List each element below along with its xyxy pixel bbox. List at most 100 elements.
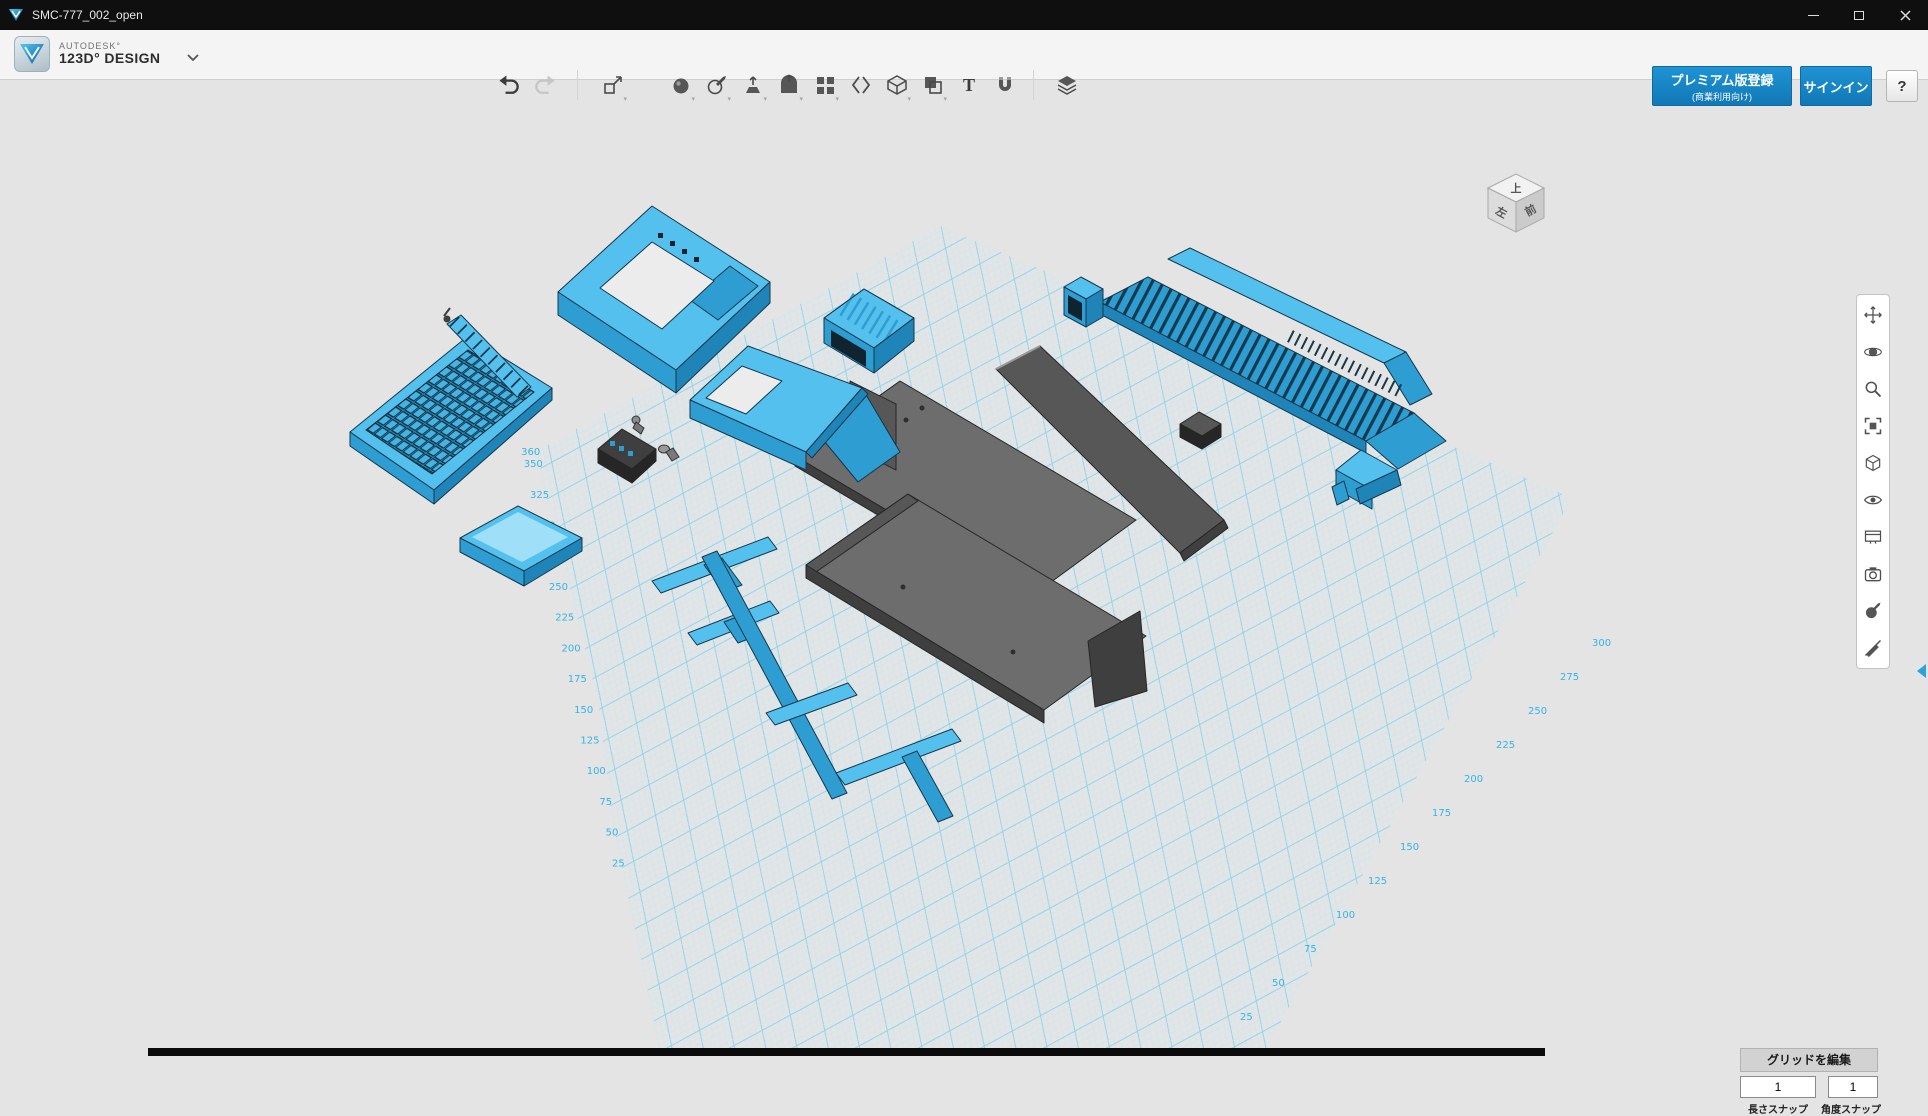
sketchtoggle-icon[interactable]: [1862, 637, 1884, 659]
grid-label: 225: [555, 613, 574, 624]
chevron-down-icon[interactable]: [186, 53, 200, 62]
fit-icon[interactable]: [1862, 415, 1884, 437]
grid-label: 150: [574, 705, 593, 716]
brand-product: 123D° DESIGN: [59, 51, 160, 66]
grid-edit-button[interactable]: グリッドを編集: [1740, 1048, 1878, 1072]
length-snap-label: 長さスナップ: [1740, 1101, 1816, 1116]
modify-icon[interactable]: ▾: [774, 70, 803, 100]
window-title: SMC-777_002_open: [32, 8, 1790, 22]
logo-tile: [14, 36, 50, 72]
toolbar-separator: [577, 70, 578, 100]
grid-label: 275: [1560, 672, 1579, 683]
maximize-button[interactable]: [1836, 0, 1882, 30]
transform-icon[interactable]: ▾: [598, 70, 627, 100]
pattern-icon[interactable]: ▾: [810, 70, 839, 100]
construct-icon[interactable]: ▾: [738, 70, 767, 100]
tool-group-main: ▾ ▾ ▾ ▾ ▾ ▾ ▾ T: [666, 70, 1019, 100]
premium-register-button[interactable]: プレミアム版登録 (商業利用向け): [1652, 66, 1792, 106]
grid-label: 325: [530, 490, 549, 501]
pan-icon[interactable]: [1862, 304, 1884, 326]
snap-icon[interactable]: [846, 70, 875, 100]
dropdown-caret-icon: ▾: [763, 95, 767, 103]
viewcube-top-label: 上: [1511, 181, 1522, 195]
materialball-icon[interactable]: [1862, 600, 1884, 622]
grid-label: 175: [1432, 808, 1451, 819]
grid-label: 125: [580, 736, 599, 747]
maximize-icon: [1854, 11, 1864, 20]
grid-label: 200: [562, 643, 581, 654]
dropdown-caret-icon: ▾: [691, 95, 695, 103]
angle-snap-input[interactable]: [1828, 1076, 1878, 1098]
close-icon: [1900, 10, 1911, 21]
navigation-toolbar: [1856, 294, 1890, 669]
grid-label: 75: [599, 797, 612, 808]
sketch-icon[interactable]: ▾: [702, 70, 731, 100]
grid-label: 350: [524, 459, 543, 470]
tool-group-material: [1052, 70, 1081, 100]
undo-icon: [496, 73, 522, 97]
premium-button-label: プレミアム版登録: [1670, 70, 1773, 89]
length-snap-input[interactable]: [1740, 1076, 1816, 1098]
tool-group-transform: ▾: [598, 70, 627, 100]
redo-icon: [532, 73, 558, 97]
grid-label: 360: [521, 447, 540, 458]
signin-button[interactable]: サインイン: [1800, 66, 1872, 106]
grid-label: 300: [1592, 638, 1611, 649]
app-icon: [8, 7, 24, 23]
model-small-tower[interactable]: [1064, 277, 1103, 327]
slides-icon[interactable]: [1862, 526, 1884, 548]
text-icon[interactable]: T: [954, 70, 983, 100]
brand-text: AUTODESK° 123D° DESIGN: [59, 42, 160, 66]
grid-label: 25: [612, 858, 625, 869]
close-button[interactable]: [1882, 0, 1928, 30]
combine-icon[interactable]: ▾: [918, 70, 947, 100]
grid-label: 25: [1240, 1012, 1253, 1023]
zoom-icon[interactable]: [1862, 378, 1884, 400]
dropdown-caret-icon: ▾: [623, 95, 627, 103]
grid-label: 250: [549, 582, 568, 593]
taskbar-sliver: [148, 1048, 1545, 1056]
material-icon[interactable]: [1052, 70, 1081, 100]
model-dark-connector-box[interactable]: [598, 429, 656, 483]
undo-button[interactable]: [495, 71, 523, 99]
grid-label: 150: [1400, 842, 1419, 853]
123d-logo-icon: [19, 42, 45, 66]
grid-label: 50: [606, 828, 619, 839]
dropdown-caret-icon: ▾: [943, 95, 947, 103]
orbit-icon[interactable]: [1862, 341, 1884, 363]
premium-button-sublabel: (商業利用向け): [1692, 90, 1752, 103]
dropdown-caret-icon: ▾: [799, 95, 803, 103]
toolbar-separator: [1033, 70, 1034, 100]
grid-label: 50: [1272, 978, 1285, 989]
dropdown-caret-icon: ▾: [835, 95, 839, 103]
grid-label: 175: [568, 674, 587, 685]
viewbox-icon[interactable]: [1862, 452, 1884, 474]
help-button[interactable]: ?: [1886, 70, 1918, 102]
grid-label: 125: [1368, 876, 1387, 887]
magnet-icon[interactable]: [990, 70, 1019, 100]
grid-label: 200: [1464, 774, 1483, 785]
3d-viewport[interactable]: 360350 325 300 275 250 225 200 175 150 125 100 75 50…: [0, 80, 1928, 1056]
eye-icon[interactable]: [1862, 489, 1884, 511]
camera-icon[interactable]: [1862, 563, 1884, 585]
dropdown-caret-icon: ▾: [907, 95, 911, 103]
grid-label: 75: [1304, 944, 1317, 955]
grid-label: 100: [587, 766, 606, 777]
titlebar: SMC-777_002_open: [0, 0, 1928, 30]
model-keyboard[interactable]: [350, 336, 552, 504]
panel-collapse-arrow[interactable]: [1917, 664, 1926, 678]
main-toolbar: AUTODESK° 123D° DESIGN ▾ ▾▾▾▾▾▾▾T プレミアム版…: [0, 30, 1928, 80]
grouping-icon[interactable]: ▾: [882, 70, 911, 100]
grid-label: 250: [1528, 706, 1547, 717]
view-cube[interactable]: 上 左 前: [1478, 164, 1554, 238]
viewport-canvas[interactable]: 360350 325 300 275 250 225 200 175 150 125 100 75 50…: [0, 80, 1928, 1056]
app-menu[interactable]: AUTODESK° 123D° DESIGN: [14, 36, 200, 72]
minimize-icon: [1808, 15, 1819, 16]
grid-label: 225: [1496, 740, 1515, 751]
primitives-icon[interactable]: ▾: [666, 70, 695, 100]
redo-button[interactable]: [531, 71, 559, 99]
grid-label: 100: [1336, 910, 1355, 921]
angle-snap-label: 角度スナップ: [1820, 1101, 1882, 1116]
minimize-button[interactable]: [1790, 0, 1836, 30]
dropdown-caret-icon: ▾: [727, 95, 731, 103]
